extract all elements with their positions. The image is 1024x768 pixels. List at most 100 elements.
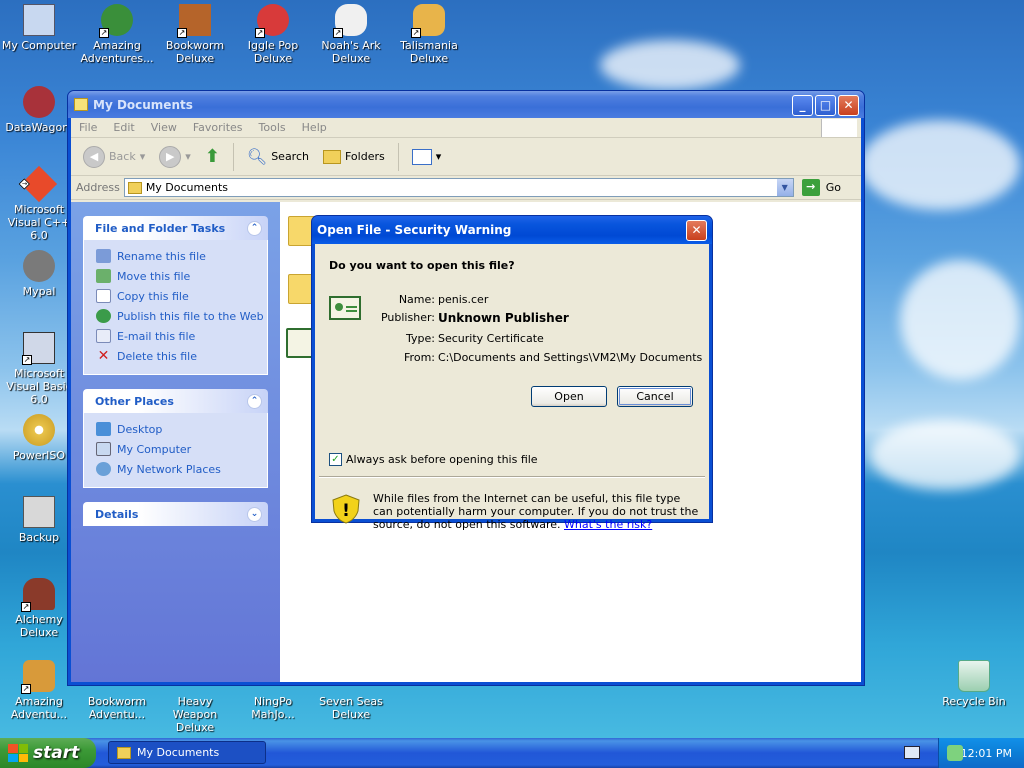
task-delete[interactable]: ✕ Delete this file	[96, 346, 267, 366]
desktop-icon-recycle-bin[interactable]: Recycle Bin	[935, 660, 1013, 708]
place-network[interactable]: My Network Places	[96, 459, 267, 479]
menu-edit[interactable]: Edit	[113, 121, 134, 134]
menu-bar: File Edit View Favorites Tools Help	[71, 118, 861, 138]
folders-icon	[322, 149, 341, 164]
maximize-button[interactable]: □	[815, 95, 836, 116]
place-my-computer[interactable]: My Computer	[96, 439, 267, 459]
task-move[interactable]: Move this file	[96, 266, 267, 286]
game-icon: ↗	[255, 4, 289, 38]
taskbar-item-my-documents[interactable]: My Documents	[108, 741, 266, 764]
tray-network-icon[interactable]	[947, 745, 963, 761]
game-icon: ↗	[99, 4, 133, 38]
panel-header[interactable]: File and Folder Tasks ⌃	[83, 216, 268, 240]
go-button[interactable]: → Go	[798, 179, 861, 196]
move-icon	[96, 269, 111, 283]
copy-icon	[96, 289, 111, 303]
search-button[interactable]: 🔍︎ Search	[243, 145, 313, 168]
address-bar: Address My Documents ▼ → Go	[71, 176, 861, 200]
wizard-icon: ↗	[21, 578, 55, 612]
field-name-value: penis.cer	[438, 293, 489, 306]
address-label: Address	[76, 181, 120, 194]
minimize-button[interactable]: _	[792, 95, 813, 116]
panel-header[interactable]: Other Places ⌃	[83, 389, 268, 413]
dialog-close-button[interactable]: ✕	[686, 220, 707, 241]
up-button[interactable]: ⬆	[201, 144, 224, 169]
computer-icon	[23, 4, 55, 36]
cloud	[900, 260, 1020, 380]
menu-tools[interactable]: Tools	[259, 121, 286, 134]
go-arrow-icon: →	[801, 179, 820, 196]
toolbar-separator	[232, 142, 234, 171]
menu-view[interactable]: View	[151, 121, 177, 134]
always-ask-checkbox[interactable]: ✓ Always ask before opening this file	[329, 453, 538, 466]
chevron-up-icon[interactable]: ⌃	[247, 220, 262, 236]
open-button[interactable]: Open	[531, 386, 607, 407]
rename-icon	[96, 249, 111, 263]
raccoon-icon	[23, 250, 55, 282]
taskbar: start My Documents 12:01 PM	[0, 738, 1024, 768]
visual-basic-icon: ↗	[22, 332, 55, 365]
desktop-icon-talismania[interactable]: ↗ Talismania Deluxe	[390, 4, 468, 65]
disc-icon	[23, 414, 55, 446]
chevron-down-icon[interactable]: ⌄	[247, 506, 262, 522]
folder-icon	[127, 181, 142, 194]
forward-arrow-icon: ▶	[159, 145, 182, 168]
system-tray: 12:01 PM	[938, 738, 1024, 768]
cancel-button[interactable]: Cancel	[617, 386, 693, 407]
recycle-bin-icon	[958, 660, 990, 692]
other-places-panel: Other Places ⌃ Desktop My Computer My Net…	[83, 389, 268, 488]
back-button[interactable]: ◀ Back ▾	[79, 144, 149, 170]
forward-button[interactable]: ▶ ▾	[155, 144, 195, 170]
computer-icon	[96, 442, 111, 456]
security-warning-dialog: Open File - Security Warning ✕ Do you wa…	[311, 215, 713, 531]
svg-text:!: !	[342, 501, 350, 521]
game-icon: ↗	[177, 4, 211, 38]
address-value: My Documents	[145, 181, 229, 194]
views-icon	[411, 148, 432, 165]
desktop-icon	[96, 422, 111, 436]
field-publisher-value: Unknown Publisher	[438, 311, 569, 325]
delete-icon: ✕	[97, 348, 110, 364]
keyboard-icon[interactable]	[904, 746, 920, 759]
dialog-title: Open File - Security Warning	[317, 223, 512, 237]
network-icon	[96, 462, 111, 476]
task-rename[interactable]: Rename this file	[96, 246, 267, 266]
clock[interactable]: 12:01 PM	[961, 747, 1012, 760]
task-publish[interactable]: Publish this file to the Web	[96, 306, 267, 326]
chevron-up-icon[interactable]: ⌃	[247, 393, 262, 409]
task-email[interactable]: E-mail this file	[96, 326, 267, 346]
checkbox-label: Always ask before opening this file	[346, 453, 538, 466]
start-button[interactable]: start	[0, 738, 96, 768]
datawagon-icon	[23, 86, 55, 118]
task-copy[interactable]: Copy this file	[96, 286, 267, 306]
warning-message: While files from the Internet can be use…	[373, 492, 699, 531]
menu-file[interactable]: File	[79, 121, 97, 134]
game-icon: ↗	[411, 4, 445, 38]
desktop-icon-noahs-ark[interactable]: ↗ Noah's Ark Deluxe	[312, 4, 390, 65]
dialog-divider	[319, 476, 705, 478]
address-field[interactable]: My Documents ▼	[123, 178, 794, 197]
desktop-icon-my-computer[interactable]: My Computer	[0, 4, 78, 52]
cloud	[860, 120, 1020, 210]
place-desktop[interactable]: Desktop	[96, 419, 267, 439]
menu-help[interactable]: Help	[302, 121, 327, 134]
desktop-icon-bookworm[interactable]: ↗ Bookworm Deluxe	[156, 4, 234, 65]
field-from-label: From:	[404, 351, 435, 364]
whats-the-risk-link[interactable]: What's the risk?	[564, 518, 652, 531]
game-icon: ↗	[21, 660, 55, 694]
checkbox-checked-icon[interactable]: ✓	[329, 453, 342, 466]
folders-button[interactable]: Folders	[319, 148, 389, 166]
windows-logo-icon	[821, 119, 857, 137]
desktop-icon-iggle-pop[interactable]: ↗ Iggle Pop Deluxe	[234, 4, 312, 65]
file-folder-tasks-panel: File and Folder Tasks ⌃ Rename this file …	[83, 216, 268, 375]
menu-favorites[interactable]: Favorites	[193, 121, 243, 134]
desktop-icon-amazing-adventures[interactable]: ↗ Amazing Adventures...	[78, 4, 156, 65]
panel-header[interactable]: Details ⌄	[83, 502, 268, 526]
cloud	[600, 40, 740, 90]
views-button[interactable]: ▾	[408, 147, 446, 167]
dialog-question: Do you want to open this file?	[329, 259, 515, 272]
close-button[interactable]: ✕	[838, 95, 859, 116]
address-dropdown-icon[interactable]: ▼	[776, 179, 793, 196]
explorer-title-bar[interactable]: My Documents	[68, 91, 864, 118]
dialog-title-bar[interactable]: Open File - Security Warning	[312, 216, 712, 244]
